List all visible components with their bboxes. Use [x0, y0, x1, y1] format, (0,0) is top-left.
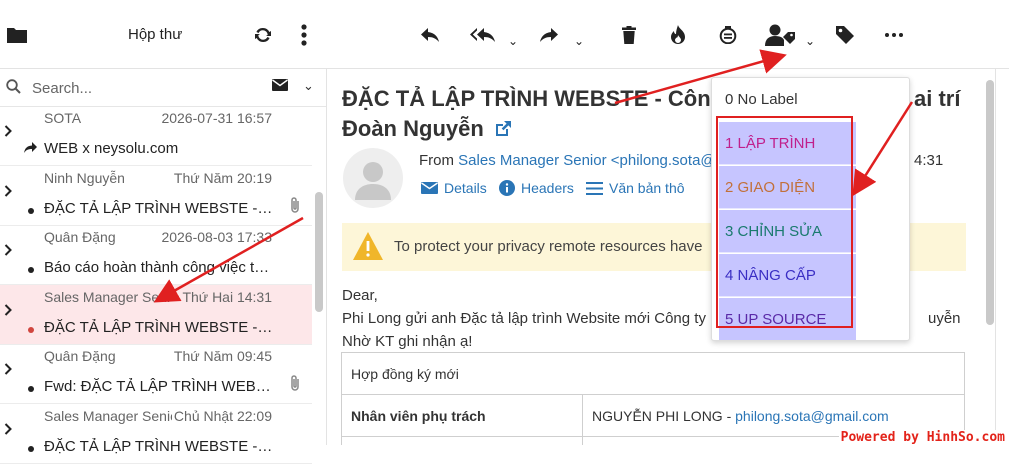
- folder-icon[interactable]: [0, 18, 34, 52]
- message-from: SOTA: [44, 110, 82, 126]
- right-rail: [995, 68, 1009, 445]
- reply-icon[interactable]: [413, 18, 447, 52]
- message-list-panel: ⌄ SOTA 2026-07-31 16:57 WEB x neysolu.com N…: [0, 68, 327, 464]
- chevron-right-icon[interactable]: [4, 184, 12, 197]
- message-date: Thứ Năm 09:45: [173, 348, 272, 365]
- message-date: 2026-07-31 16:57: [161, 110, 272, 126]
- chevron-right-icon[interactable]: [4, 423, 12, 435]
- tag-icon[interactable]: [828, 18, 862, 52]
- table-cell: [341, 436, 583, 445]
- privacy-notice-text: To protect your privacy remote resources…: [394, 238, 703, 255]
- search-icon: [6, 79, 21, 94]
- avatar: [343, 148, 403, 208]
- email-view-scrollbar[interactable]: [986, 80, 994, 325]
- toolbar: Hộp thư ⌄ ⌄ ⌄: [0, 0, 1009, 69]
- headers-label: Headers: [521, 180, 574, 196]
- junk-icon[interactable]: [661, 18, 695, 52]
- message-from: Quân Đặng: [44, 229, 116, 246]
- table-cell: Hợp đồng ký mới: [341, 352, 965, 395]
- list-item[interactable]: Ninh Nguyễn Thứ Năm 20:19 ĐẶC TẢ LẬP TRÌNH…: [0, 166, 312, 226]
- external-link-icon[interactable]: [494, 120, 512, 138]
- unread-dot-icon[interactable]: [28, 326, 34, 333]
- more-vertical-icon[interactable]: [287, 18, 321, 52]
- unread-dot-icon[interactable]: [28, 267, 34, 274]
- list-item[interactable]: SOTA 2026-07-31 16:57 WEB x neysolu.com: [0, 106, 312, 166]
- email-subject-line2: Đoàn Nguyễn: [342, 116, 484, 141]
- forward-caret-icon[interactable]: ⌄: [574, 34, 584, 48]
- forwarded-icon: [24, 142, 37, 153]
- chevron-right-icon[interactable]: [4, 304, 12, 316]
- list-item[interactable]: Sales Manager Senior Chủ Nhật 22:09 ĐẶC TẢ…: [0, 404, 312, 464]
- chevron-right-icon[interactable]: [4, 244, 12, 256]
- email-subject-line1-tail: ai trí: [914, 86, 961, 111]
- from-label: From: [419, 152, 454, 169]
- reply-all-icon[interactable]: [466, 18, 500, 52]
- body-line1: Phi Long gửi anh Đặc tả lập trình Websit…: [342, 310, 706, 327]
- warning-icon: [352, 231, 384, 261]
- table-cell-value: NGUYỄN PHI LONG -: [592, 407, 736, 424]
- details-label: Details: [444, 180, 487, 196]
- table-row: Hợp đồng ký mới: [341, 352, 965, 395]
- user-tag-icon[interactable]: [761, 18, 801, 52]
- sender-link[interactable]: Sales Manager Senior <philong.sota@: [458, 152, 715, 169]
- from-line: From Sales Manager Senior <philong.sota@: [419, 152, 716, 169]
- message-from: Sales Manager Senior: [44, 408, 172, 424]
- info-icon: [499, 180, 515, 196]
- email-time: 4:31: [914, 152, 944, 169]
- reply-all-caret-icon[interactable]: ⌄: [508, 34, 518, 48]
- forward-icon[interactable]: [532, 18, 566, 52]
- refresh-icon[interactable]: [246, 18, 280, 52]
- message-date: Chủ Nhật 22:09: [173, 408, 272, 424]
- list-item[interactable]: Quân Đặng Thứ Năm 09:45 Fwd: ĐẶC TẢ LẬP TR…: [0, 344, 312, 405]
- message-subject: Fwd: ĐẶC TẢ LẬP TRÌNH WEBSITE: [44, 378, 276, 396]
- message-subject: ĐẶC TẢ LẬP TRÌNH WEBSTE - Công ty: [44, 199, 276, 217]
- plaintext-label: Văn bản thô: [609, 180, 685, 196]
- unread-dot-icon[interactable]: [28, 207, 34, 214]
- message-date: 2026-08-03 17:33: [161, 229, 272, 246]
- list-item[interactable]: Quân Đặng 2026-08-03 17:33 Báo cáo hoàn th…: [0, 225, 312, 286]
- plaintext-link[interactable]: Văn bản thô: [586, 180, 685, 196]
- menu-item-no-label[interactable]: 0 No Label: [712, 78, 909, 121]
- email-link[interactable]: philong.sota@gmail.com: [735, 408, 889, 424]
- message-subject: WEB x neysolu.com: [44, 140, 179, 157]
- watermark: Powered by HinhSo.com: [838, 430, 1007, 445]
- search-input[interactable]: [30, 76, 254, 100]
- list-icon: [586, 181, 603, 195]
- headers-link[interactable]: Headers: [499, 180, 574, 196]
- annotation-highlight-box: [716, 116, 853, 328]
- search-options-caret-icon[interactable]: ⌄: [303, 78, 314, 94]
- label-caret-icon[interactable]: ⌄: [805, 34, 815, 48]
- list-item[interactable]: Sales Manager Senior Thứ Hai 14:31 ĐẶC TẢ …: [0, 284, 312, 345]
- search-bar: ⌄: [0, 68, 326, 107]
- message-from: Ninh Nguyễn: [44, 169, 125, 186]
- email-subject-line1: ĐẶC TẢ LẬP TRÌNH WEBSTE - Công: [342, 86, 725, 111]
- more-horizontal-icon[interactable]: [877, 18, 911, 52]
- message-date: Thứ Hai 14:31: [182, 288, 272, 305]
- details-link[interactable]: Details: [421, 180, 487, 196]
- archive-icon[interactable]: [711, 18, 745, 52]
- attachment-icon: [290, 374, 300, 392]
- delete-icon[interactable]: [612, 18, 646, 52]
- chevron-right-icon[interactable]: [4, 363, 12, 376]
- message-subject: ĐẶC TẢ LẬP TRÌNH WEBSTE - Công ty: [44, 318, 276, 336]
- message-from: Quân Đặng: [44, 348, 116, 365]
- message-from: Sales Manager Senior: [44, 288, 172, 305]
- envelope-icon[interactable]: [272, 79, 288, 91]
- message-subject: Báo cáo hoàn thành công việc tuần: [44, 259, 276, 277]
- attachment-icon: [290, 196, 300, 214]
- message-date: Thứ Năm 20:19: [173, 169, 272, 186]
- unread-dot-icon[interactable]: [28, 386, 34, 393]
- message-list-scrollbar[interactable]: [315, 192, 323, 312]
- unread-dot-icon[interactable]: [28, 446, 34, 452]
- folder-title: Hộp thư: [128, 26, 183, 43]
- message-subject: ĐẶC TẢ LẬP TRÌNH WEBSTE - Công ty: [44, 438, 276, 455]
- body-line1-tail: uyễn: [928, 310, 961, 327]
- envelope-icon: [421, 182, 438, 194]
- chevron-right-icon[interactable]: [4, 125, 12, 137]
- table-cell: Nhân viên phụ trách: [341, 394, 583, 437]
